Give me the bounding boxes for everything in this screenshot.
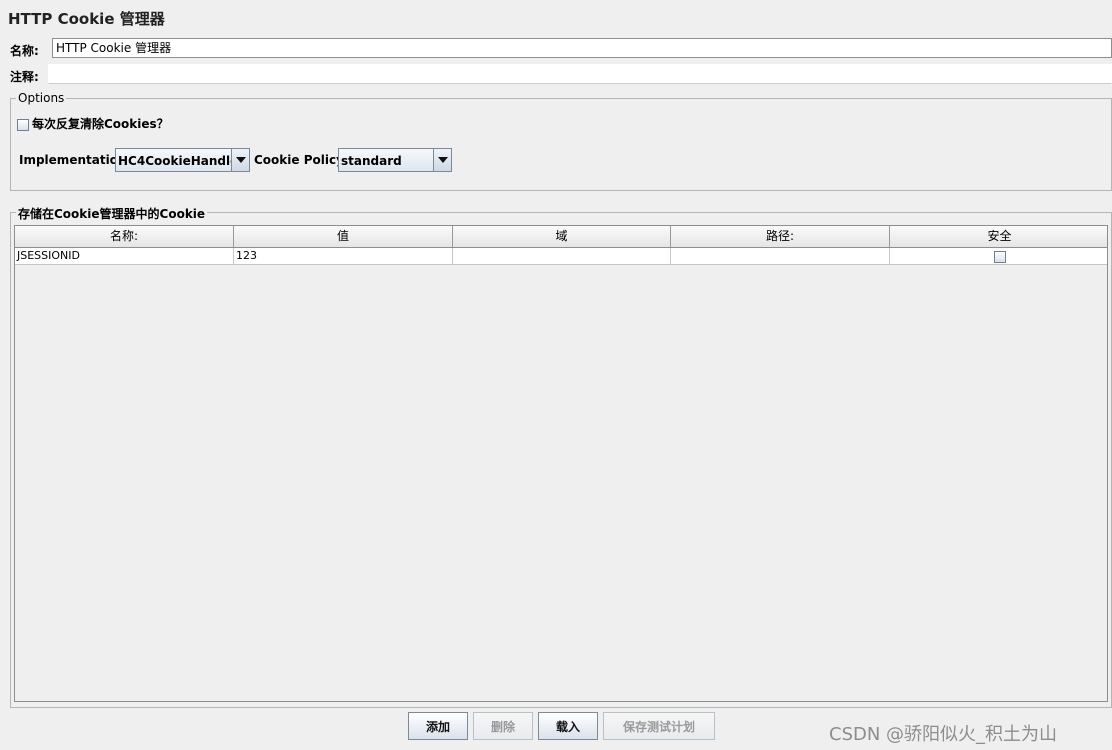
column-header-path[interactable]: 路径: — [671, 226, 890, 247]
page-title: HTTP Cookie 管理器 — [8, 10, 165, 28]
load-button[interactable]: 载入 — [538, 712, 598, 740]
table-header: 名称: 值 域 路径: 安全 — [15, 226, 1107, 248]
comment-row: 注释: — [0, 64, 1112, 86]
cookies-table: 名称: 值 域 路径: 安全 JSESSIONID 123 — [14, 225, 1108, 702]
table-row[interactable]: JSESSIONID 123 — [15, 248, 1107, 265]
name-input[interactable] — [52, 38, 1112, 58]
options-group-label: Options — [16, 91, 67, 105]
cell-path[interactable] — [671, 248, 890, 264]
cell-secure[interactable] — [890, 248, 1109, 264]
cell-domain[interactable] — [453, 248, 671, 264]
cookie-policy-dropdown-arrow-icon[interactable] — [433, 149, 451, 171]
add-button[interactable]: 添加 — [408, 712, 468, 740]
name-label: 名称: — [10, 44, 39, 58]
column-header-name[interactable]: 名称: — [15, 226, 234, 247]
secure-checkbox[interactable] — [993, 250, 1006, 263]
column-header-value[interactable]: 值 — [234, 226, 453, 247]
delete-button[interactable]: 删除 — [473, 712, 533, 740]
options-group: Options 每次反复清除Cookies？ Implementation: H… — [10, 91, 1112, 191]
cookie-policy-select[interactable]: standard — [338, 148, 452, 172]
implementation-value: HC4CookieHandler — [118, 154, 245, 168]
name-row: 名称: — [0, 38, 1112, 60]
clear-cookies-label: 每次反复清除Cookies？ — [32, 117, 169, 131]
cell-value[interactable]: 123 — [234, 248, 453, 264]
stored-cookies-group: 存储在Cookie管理器中的Cookie 名称: 值 域 路径: 安全 JSES… — [10, 205, 1112, 708]
watermark: CSDN @骄阳似火_积土为山 — [829, 724, 1058, 745]
column-header-domain[interactable]: 域 — [453, 226, 671, 247]
comment-input[interactable] — [48, 64, 1112, 84]
cookie-policy-value: standard — [341, 154, 402, 168]
comment-label: 注释: — [10, 70, 39, 84]
column-header-secure[interactable]: 安全 — [890, 226, 1109, 247]
clear-cookies-checkbox[interactable] — [17, 118, 29, 131]
clear-cookies-option[interactable]: 每次反复清除Cookies？ — [17, 115, 169, 132]
implementation-dropdown-arrow-icon[interactable] — [231, 149, 249, 171]
save-test-plan-button[interactable]: 保存测试计划 — [603, 712, 715, 740]
cookie-policy-label: Cookie Policy: — [254, 153, 349, 167]
implementation-select[interactable]: HC4CookieHandler — [115, 148, 250, 172]
cell-name[interactable]: JSESSIONID — [15, 248, 234, 264]
stored-cookies-group-label: 存储在Cookie管理器中的Cookie — [16, 205, 208, 222]
